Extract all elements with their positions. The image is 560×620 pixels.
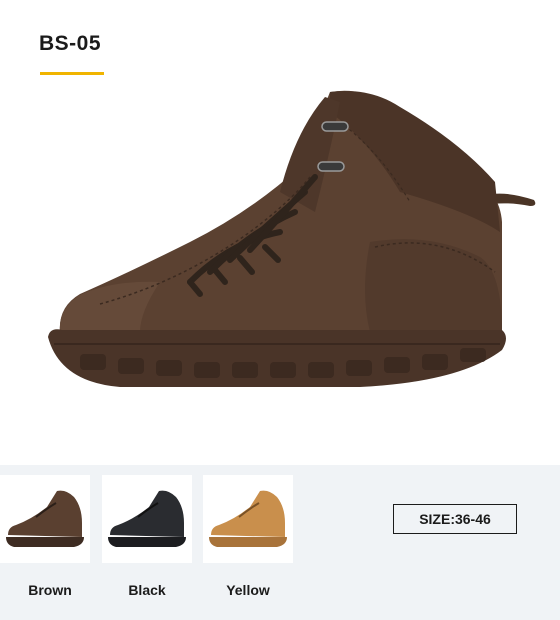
variant-label-yellow: Yellow [226, 582, 270, 598]
size-range-badge: SIZE:36-46 [393, 504, 517, 534]
boot-image-main [48, 90, 536, 387]
variant-label-black: Black [128, 582, 166, 598]
boot-thumbnail-black [108, 490, 186, 547]
product-hero: BS-05 [0, 0, 560, 465]
boot-upper [8, 490, 82, 537]
product-title: BS-05 [39, 32, 102, 55]
variant-thumb-brown[interactable]: Brown [0, 475, 90, 598]
variant-label-brown: Brown [28, 582, 72, 598]
boot-thumbnail-brown [6, 490, 84, 547]
boot-thumbnail-yellow [209, 490, 287, 547]
variant-thumb-yellow[interactable]: Yellow [203, 475, 293, 598]
variant-strip: Brown Black Yellow SIZE:36-46 [0, 465, 560, 620]
variant-thumb-black[interactable]: Black [102, 475, 192, 598]
title-underline [40, 72, 104, 75]
